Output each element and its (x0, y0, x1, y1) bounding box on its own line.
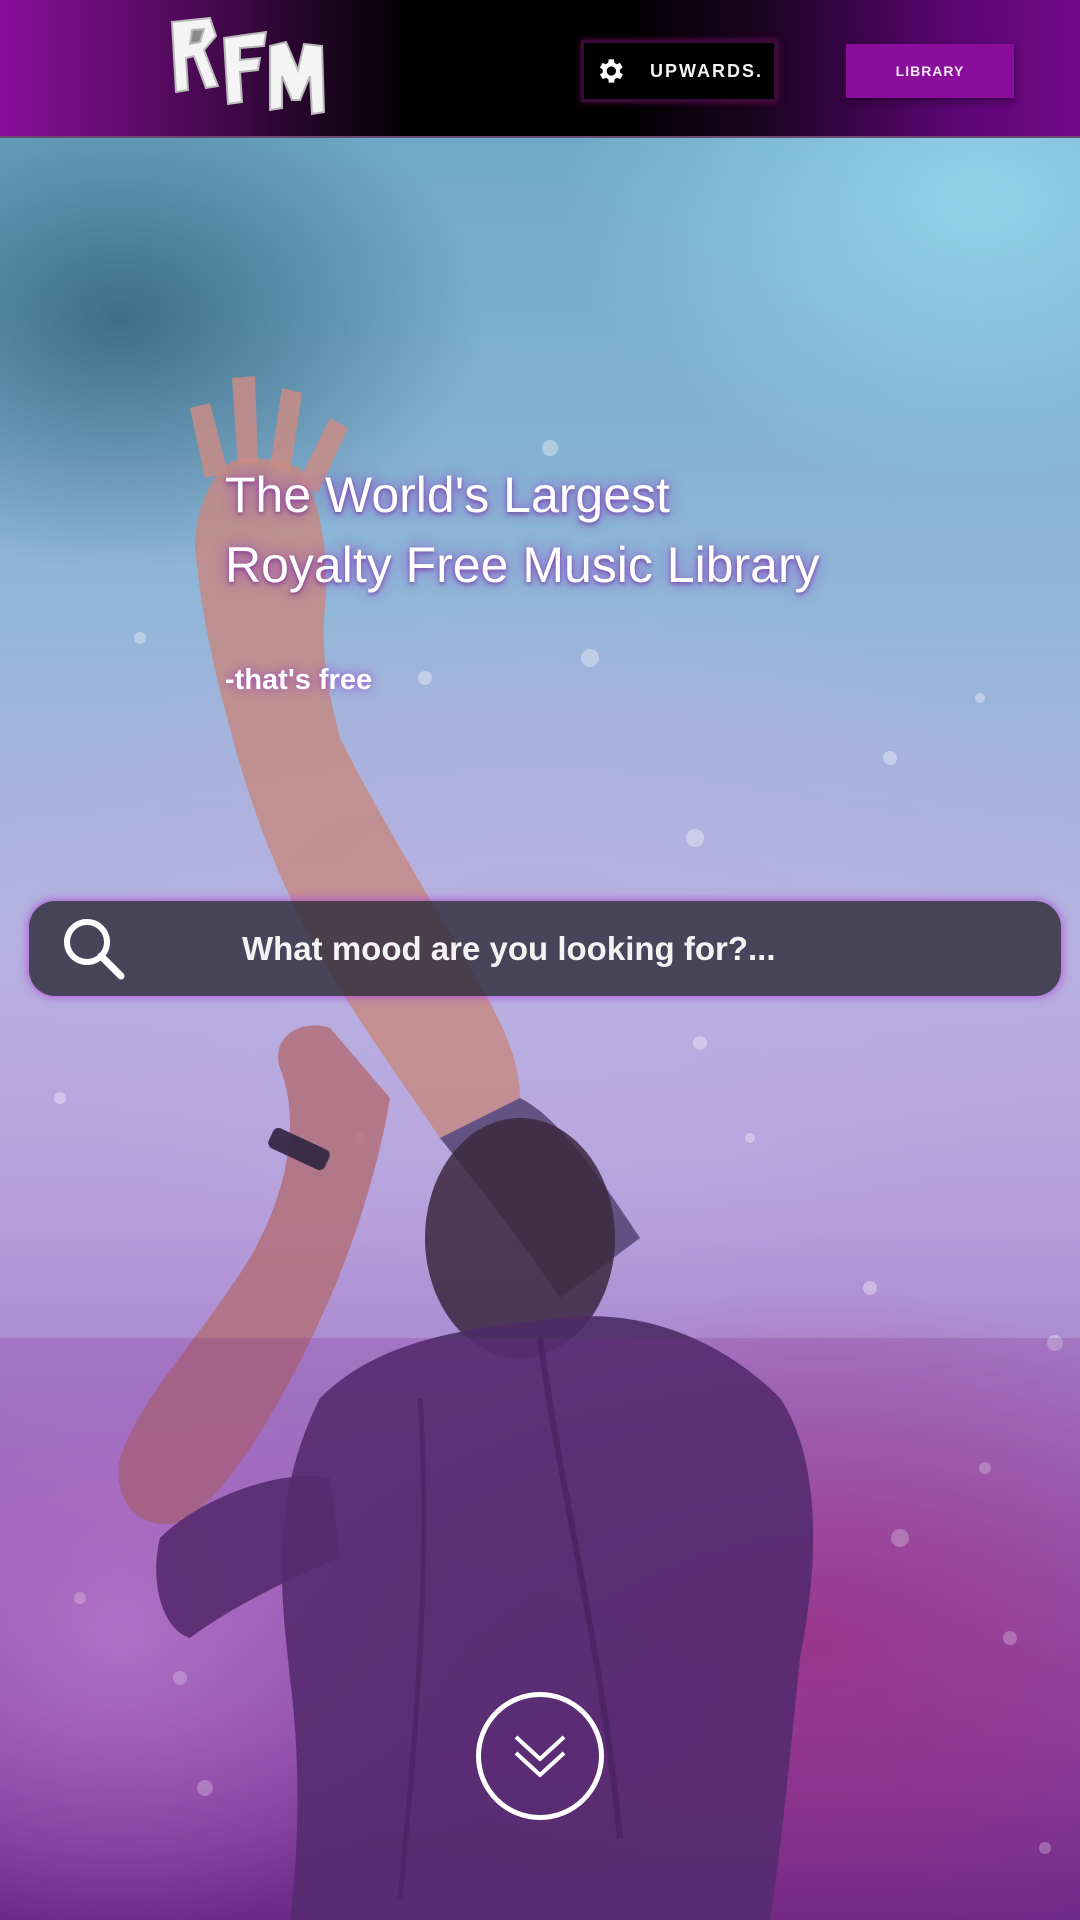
mood-search-bar[interactable]: What mood are you looking for?... (29, 901, 1061, 996)
double-chevron-down-icon (514, 1735, 566, 1777)
hero-headline: The World's Largest Royalty Free Music L… (225, 460, 985, 600)
headline-line-1: The World's Largest (225, 467, 670, 523)
top-navigation-bar: UPWARDS. LIBRARY (0, 0, 1080, 138)
search-icon[interactable] (61, 916, 127, 982)
scroll-down-button[interactable] (476, 1692, 604, 1820)
settings-label: UPWARDS. (650, 60, 764, 81)
hero-tagline: -that's free (225, 664, 373, 696)
performer-photo (0, 376, 1080, 1920)
library-button[interactable]: LIBRARY (846, 44, 1014, 98)
rfm-logo[interactable] (170, 16, 330, 116)
page: UPWARDS. LIBRARY The World's Largest Roy… (0, 0, 1080, 1920)
gear-icon (599, 59, 623, 83)
settings-button[interactable]: UPWARDS. (581, 40, 777, 102)
headline-line-2: Royalty Free Music Library (225, 537, 820, 593)
search-input[interactable]: What mood are you looking for?... (242, 930, 776, 968)
hero-background (0, 138, 1080, 1920)
